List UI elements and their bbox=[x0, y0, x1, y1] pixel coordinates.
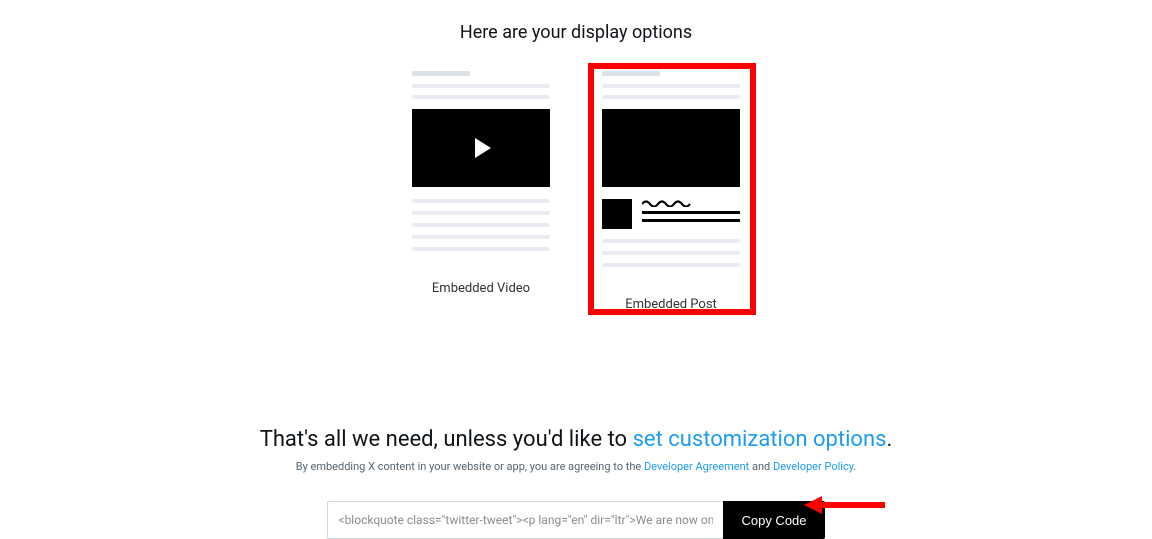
placeholder-bar bbox=[412, 247, 550, 251]
legal-fineprint: By embedding X content in your website o… bbox=[0, 460, 1152, 473]
selection-highlight bbox=[588, 63, 756, 315]
placeholder-bar bbox=[412, 235, 550, 239]
developer-agreement-link[interactable]: Developer Agreement bbox=[644, 460, 749, 473]
placeholder-bar bbox=[412, 211, 550, 215]
legal-mid: and bbox=[749, 460, 773, 473]
customization-heading: That's all we need, unless you'd like to… bbox=[0, 427, 1152, 452]
legal-prefix: By embedding X content in your website o… bbox=[296, 460, 644, 473]
display-options-row: Embedded Video bbox=[412, 71, 740, 312]
display-options-heading: Here are your display options bbox=[460, 22, 692, 43]
placeholder-bar bbox=[412, 95, 550, 99]
customization-prefix: That's all we need, unless you'd like to bbox=[260, 427, 633, 452]
placeholder-bar bbox=[412, 84, 550, 88]
copy-code-button[interactable]: Copy Code bbox=[723, 501, 824, 539]
option-post-illustration bbox=[602, 71, 740, 275]
legal-suffix: . bbox=[853, 460, 856, 473]
placeholder-bar bbox=[412, 223, 550, 227]
option-video-label: Embedded Video bbox=[432, 281, 530, 296]
developer-policy-link[interactable]: Developer Policy bbox=[773, 460, 853, 473]
customization-suffix: . bbox=[887, 427, 893, 452]
option-embedded-video[interactable]: Embedded Video bbox=[412, 71, 550, 296]
video-thumbnail bbox=[412, 109, 550, 187]
play-icon bbox=[475, 138, 491, 158]
option-video-illustration bbox=[412, 71, 550, 259]
placeholder-bar bbox=[412, 199, 550, 203]
option-embedded-post[interactable]: Embedded Post bbox=[602, 71, 740, 312]
customization-link[interactable]: set customization options bbox=[633, 427, 887, 452]
embed-code-input[interactable] bbox=[327, 501, 723, 539]
placeholder-bar bbox=[412, 71, 470, 76]
